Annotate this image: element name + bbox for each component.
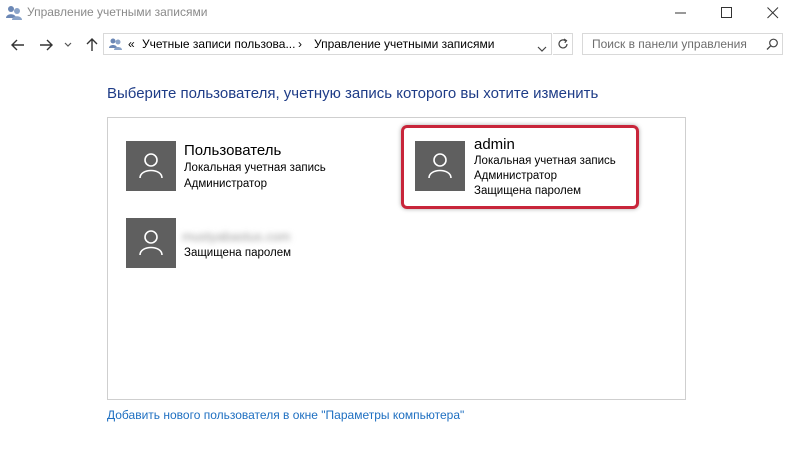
- account-name-blurred: mustyabastus.com: [182, 229, 291, 244]
- users-icon: [5, 4, 23, 22]
- search-icon[interactable]: [766, 38, 779, 56]
- add-user-link[interactable]: Добавить нового пользователя в окне "Пар…: [107, 408, 464, 422]
- avatar: [126, 141, 176, 191]
- minimize-icon: [675, 12, 686, 14]
- account-role: Администратор: [184, 178, 267, 190]
- arrow-right-icon: [40, 39, 53, 51]
- breadcrumb-manage-accounts[interactable]: Управление учетными записями: [314, 37, 494, 51]
- minimize-button[interactable]: [658, 0, 704, 26]
- up-button[interactable]: [83, 36, 101, 54]
- back-button[interactable]: [9, 36, 27, 54]
- refresh-button[interactable]: [553, 33, 573, 55]
- account-item-user[interactable]: Пользователь Локальная учетная запись Ад…: [126, 141, 376, 191]
- recent-locations-button[interactable]: [63, 36, 73, 54]
- title-bar: Управление учетными записями: [0, 0, 793, 26]
- window-title: Управление учетными записями: [27, 5, 208, 19]
- maximize-icon: [721, 7, 732, 18]
- breadcrumb-accounts[interactable]: Учетные записи пользова...: [142, 37, 295, 51]
- user-icon: [139, 153, 163, 179]
- forward-button[interactable]: [37, 36, 55, 54]
- address-dropdown-button[interactable]: [537, 40, 547, 58]
- search-placeholder: Поиск в панели управления: [592, 37, 747, 51]
- close-icon: [767, 7, 779, 19]
- chevron-down-icon: [537, 46, 547, 52]
- account-name: Пользователь: [184, 142, 282, 159]
- search-input[interactable]: Поиск в панели управления: [582, 33, 783, 55]
- avatar: [126, 218, 176, 268]
- address-overflow[interactable]: «: [128, 37, 135, 51]
- maximize-button[interactable]: [704, 0, 750, 26]
- highlight-frame: [401, 125, 639, 209]
- close-button[interactable]: [750, 0, 793, 26]
- breadcrumb-separator-icon: ›: [298, 37, 302, 51]
- account-password-status: Защищена паролем: [184, 247, 292, 259]
- account-item-microsoft[interactable]: mustyabastus.com Защищена паролем: [126, 218, 376, 268]
- address-bar[interactable]: « Учетные записи пользова... › Управлени…: [103, 33, 552, 55]
- account-type: Локальная учетная запись: [184, 162, 326, 174]
- arrow-up-icon: [86, 38, 98, 51]
- arrow-left-icon: [11, 39, 24, 51]
- refresh-icon: [558, 38, 568, 49]
- page-title: Выберите пользователя, учетную запись ко…: [107, 85, 599, 102]
- chevron-down-icon: [64, 42, 72, 47]
- control-panel-icon: [108, 36, 124, 57]
- user-icon: [139, 230, 163, 256]
